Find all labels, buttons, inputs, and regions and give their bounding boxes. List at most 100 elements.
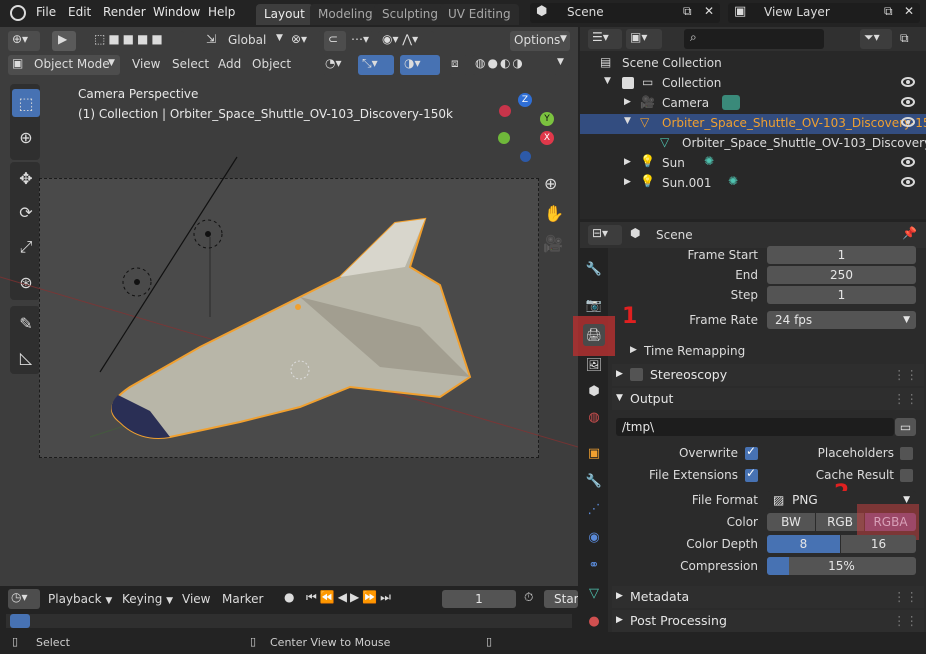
- navigation-gizmo[interactable]: Z Y X: [494, 90, 560, 162]
- eye-icon[interactable]: [901, 117, 915, 127]
- timeline-ruler[interactable]: [6, 614, 572, 628]
- expand-arrow-icon[interactable]: ▼: [604, 76, 611, 86]
- gizmo-x-axis[interactable]: X: [540, 131, 554, 145]
- eye-icon[interactable]: [901, 77, 915, 87]
- copy-view-layer-icon[interactable]: ⧉: [884, 4, 893, 19]
- browse-folder-button[interactable]: ▭: [895, 418, 916, 436]
- overwrite-checkbox[interactable]: [745, 444, 758, 460]
- expand-arrow-icon[interactable]: ▶: [624, 97, 631, 107]
- material-tab-icon[interactable]: ●: [583, 610, 605, 632]
- outliner-row-sun[interactable]: ▶ 💡 Sun ✺: [580, 154, 926, 174]
- tab-layout[interactable]: Layout: [256, 4, 313, 25]
- placeholders-checkbox[interactable]: [900, 447, 913, 460]
- frame-rate-select[interactable]: 24 fps ▼: [767, 311, 916, 329]
- compression-slider[interactable]: 15%: [767, 557, 916, 575]
- expand-arrow-icon[interactable]: ▼: [624, 116, 631, 126]
- eye-icon[interactable]: [901, 177, 915, 187]
- display-mode-icon[interactable]: ▣▾: [626, 29, 662, 49]
- constraints-tab-icon[interactable]: ⚭: [583, 554, 605, 576]
- frame-end-field[interactable]: 250: [767, 266, 916, 284]
- new-collection-icon[interactable]: ⧉: [900, 31, 909, 46]
- metadata-panel[interactable]: ▶ Metadata ⋮⋮: [612, 586, 924, 608]
- close-view-layer-icon[interactable]: ✕: [904, 4, 914, 18]
- color-depth-8-button[interactable]: 8: [767, 535, 840, 553]
- stereoscopy-checkbox[interactable]: [630, 368, 643, 381]
- gizmo-z-axis[interactable]: Z: [518, 93, 532, 107]
- scene-tab-icon[interactable]: ⬢: [583, 380, 605, 402]
- menu-render[interactable]: Render: [103, 5, 146, 19]
- menu-edit[interactable]: Edit: [68, 5, 91, 19]
- drag-handle-icon[interactable]: ⋮⋮: [893, 613, 918, 628]
- outliner-row-sun-001[interactable]: ▶ 💡 Sun.001 ✺: [580, 174, 926, 194]
- camera-view-icon[interactable]: 🎥: [543, 234, 563, 253]
- eye-icon[interactable]: [901, 157, 915, 167]
- menu-keying[interactable]: Keying ▼: [122, 592, 173, 606]
- outliner-row-camera[interactable]: ▶ 🎥 Camera: [580, 94, 926, 114]
- outliner-editor-icon[interactable]: ☰▾: [588, 29, 622, 49]
- zoom-icon[interactable]: ⊕: [544, 174, 557, 193]
- timeline-editor-icon[interactable]: ◷▾: [8, 589, 40, 609]
- drag-handle-icon[interactable]: ⋮⋮: [893, 589, 918, 604]
- physics-tab-icon[interactable]: ◉: [583, 526, 605, 548]
- outliner-search-input[interactable]: ⌕: [684, 29, 824, 49]
- time-remapping-subpanel[interactable]: ▶ Time Remapping: [626, 342, 916, 362]
- output-tab-icon[interactable]: 🖨: [583, 324, 605, 346]
- view-layer-tab-icon[interactable]: 🖼: [583, 354, 605, 376]
- tab-sculpting[interactable]: Sculpting: [374, 4, 447, 25]
- start-frame-field[interactable]: Star: [544, 590, 578, 608]
- blender-logo-icon[interactable]: [10, 5, 26, 21]
- cache-result-checkbox[interactable]: [900, 469, 913, 482]
- scene-canvas[interactable]: [0, 27, 578, 586]
- output-panel-header[interactable]: ▼ Output ⋮⋮: [612, 388, 924, 410]
- pin-icon[interactable]: 📌: [902, 226, 917, 240]
- render-tab-icon[interactable]: 📷: [583, 294, 605, 316]
- object-tab-icon[interactable]: ▣: [583, 442, 605, 464]
- tab-uv-editing[interactable]: UV Editing: [440, 4, 519, 25]
- stopwatch-icon[interactable]: ⏱: [524, 590, 533, 605]
- post-processing-panel[interactable]: ▶ Post Processing ⋮⋮: [612, 610, 924, 632]
- eye-icon[interactable]: [901, 97, 915, 107]
- menu-file[interactable]: File: [36, 5, 56, 19]
- frame-step-field[interactable]: 1: [767, 286, 916, 304]
- data-tab-icon[interactable]: ▽: [583, 582, 605, 604]
- playback-controls-icon[interactable]: ⏮⏪◀▶⏩⏭: [306, 590, 394, 605]
- drag-handle-icon[interactable]: ⋮⋮: [893, 367, 918, 382]
- output-path-input[interactable]: /tmp\: [616, 418, 894, 436]
- record-icon[interactable]: ●: [284, 590, 294, 604]
- file-extensions-checkbox[interactable]: [745, 466, 758, 482]
- view-layer-selector[interactable]: ▣ View Layer ⧉ ✕: [728, 3, 920, 23]
- expand-arrow-icon[interactable]: ▶: [624, 177, 631, 187]
- properties-editor-icon[interactable]: ⊟▾: [588, 225, 622, 245]
- close-scene-icon[interactable]: ✕: [704, 4, 714, 18]
- gizmo-y-axis[interactable]: Y: [540, 112, 554, 126]
- menu-window[interactable]: Window: [153, 5, 200, 19]
- playhead[interactable]: [10, 614, 30, 628]
- menu-help[interactable]: Help: [208, 5, 235, 19]
- outliner-row-shuttle-mesh[interactable]: ▽ Orbiter_Space_Shuttle_OV-103_Discovery…: [580, 134, 926, 154]
- scene-selector[interactable]: ⬢ Scene ⧉ ✕: [530, 3, 720, 23]
- outliner-row-shuttle[interactable]: ▼ ▽ Orbiter_Space_Shuttle_OV-103_Discove…: [580, 114, 926, 134]
- world-tab-icon[interactable]: ◍: [583, 406, 605, 428]
- tool-tab-icon[interactable]: 🔧: [583, 258, 605, 280]
- current-frame-field[interactable]: 1: [442, 590, 516, 608]
- tab-modeling[interactable]: Modeling: [310, 4, 381, 25]
- frame-start-field[interactable]: 1: [767, 246, 916, 264]
- menu-playback[interactable]: Playback ▼: [48, 592, 112, 606]
- modifier-tab-icon[interactable]: 🔧: [583, 470, 605, 492]
- color-rgba-button[interactable]: RGBA: [865, 513, 916, 531]
- gizmo-neg-y[interactable]: [498, 132, 510, 144]
- copy-scene-icon[interactable]: ⧉: [683, 4, 692, 19]
- menu-timeline-view[interactable]: View: [182, 592, 210, 606]
- outliner-row-collection[interactable]: ▼ ▭ Collection: [580, 74, 926, 94]
- particles-tab-icon[interactable]: ⋰: [583, 498, 605, 520]
- color-depth-16-button[interactable]: 16: [841, 535, 916, 553]
- collection-checkbox[interactable]: [622, 77, 634, 89]
- drag-handle-icon[interactable]: ⋮⋮: [893, 391, 918, 406]
- filter-icon[interactable]: ⏷▾: [860, 29, 892, 49]
- gizmo-neg-x[interactable]: [499, 105, 511, 117]
- menu-marker[interactable]: Marker: [222, 592, 263, 606]
- color-bw-button[interactable]: BW: [767, 513, 815, 531]
- gizmo-neg-z[interactable]: [520, 151, 531, 162]
- pan-hand-icon[interactable]: ✋: [544, 204, 564, 223]
- stereoscopy-panel[interactable]: ▶ Stereoscopy ⋮⋮: [612, 364, 924, 386]
